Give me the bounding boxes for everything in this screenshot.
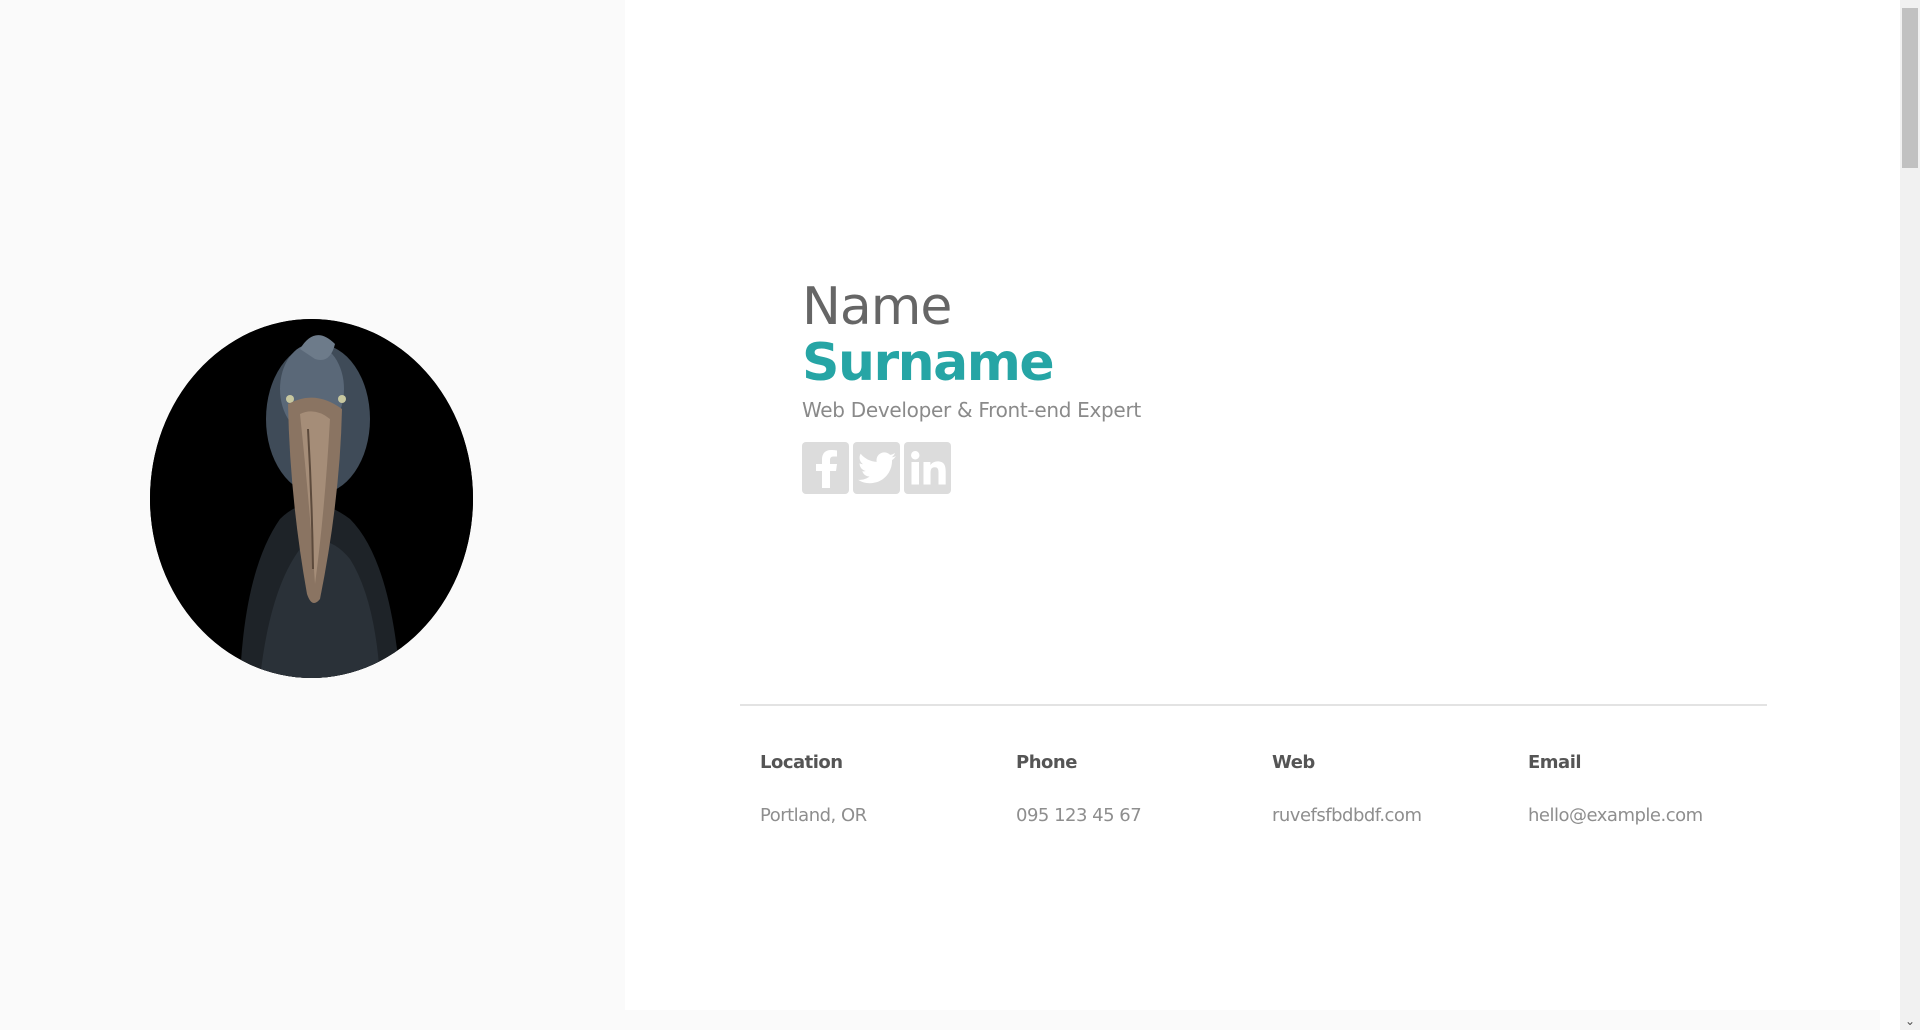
chevron-down-icon[interactable]: ⌄ bbox=[1900, 1012, 1920, 1030]
contact-value[interactable]: 095 123 45 67 bbox=[1016, 805, 1272, 826]
contact-value[interactable]: hello@example.com bbox=[1528, 805, 1784, 826]
contact-info: Location Portland, OR Phone 095 123 45 6… bbox=[760, 752, 1784, 826]
contact-label: Web bbox=[1272, 752, 1315, 773]
horizontal-scrollbar[interactable] bbox=[625, 1010, 1880, 1030]
contact-value[interactable]: ruvefsfbdbdf.com bbox=[1272, 805, 1528, 826]
scrollbar-thumb[interactable] bbox=[1902, 8, 1918, 168]
tagline: Web Developer & Front-end Expert bbox=[802, 398, 1141, 422]
first-name: Name bbox=[802, 277, 952, 337]
vertical-scrollbar[interactable]: ⌄ bbox=[1900, 0, 1920, 1030]
section-divider bbox=[740, 704, 1767, 706]
facebook-icon bbox=[815, 450, 837, 488]
twitter-link[interactable] bbox=[853, 442, 900, 494]
linkedin-link[interactable] bbox=[904, 442, 951, 494]
contact-label: Email bbox=[1528, 752, 1582, 773]
page: Name Surname Web Developer & Front-end E… bbox=[0, 0, 1920, 1030]
contact-value: Portland, OR bbox=[760, 805, 867, 826]
contact-web: Web ruvefsfbdbdf.com bbox=[1272, 752, 1528, 826]
social-links bbox=[802, 442, 1141, 494]
contact-location: Location Portland, OR bbox=[760, 752, 1016, 826]
linkedin-icon bbox=[910, 451, 946, 485]
left-panel bbox=[0, 0, 625, 1030]
surname: Surname bbox=[802, 333, 1055, 393]
avatar-photo bbox=[150, 319, 473, 678]
profile-hero: Name Surname Web Developer & Front-end E… bbox=[802, 278, 1141, 494]
twitter-icon bbox=[857, 452, 896, 484]
contact-email: Email hello@example.com bbox=[1528, 752, 1784, 826]
facebook-link[interactable] bbox=[802, 442, 849, 494]
avatar bbox=[150, 319, 473, 678]
contact-label: Location bbox=[760, 752, 843, 773]
contact-phone: Phone 095 123 45 67 bbox=[1016, 752, 1272, 826]
contact-label: Phone bbox=[1016, 752, 1077, 773]
